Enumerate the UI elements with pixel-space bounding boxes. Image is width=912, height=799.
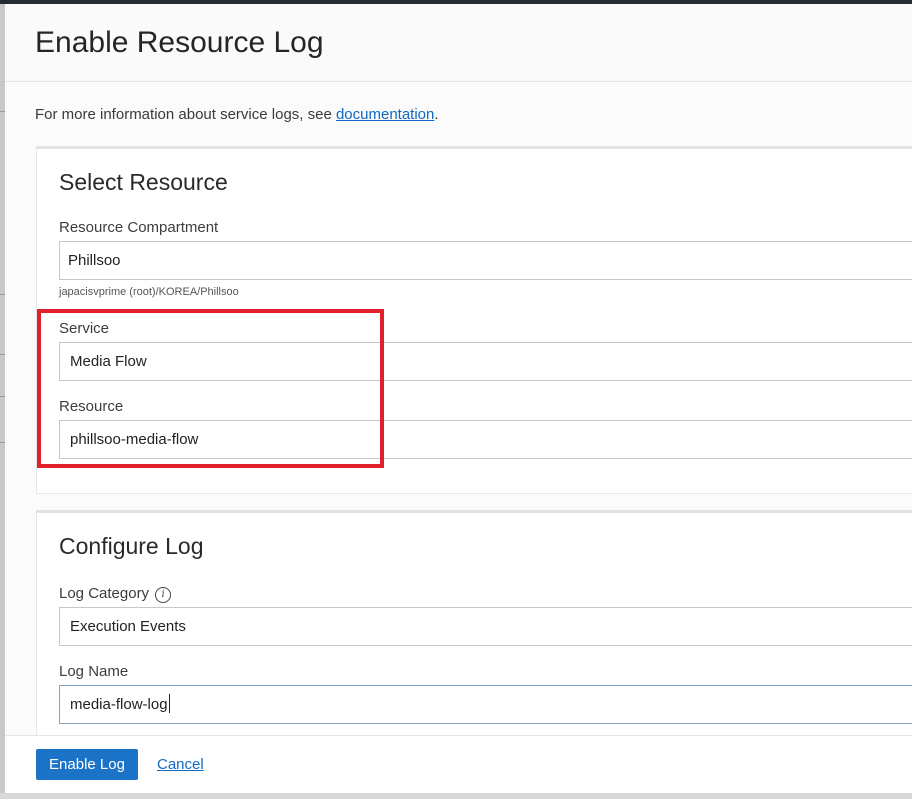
log-name-input[interactable]: media-flow-log (59, 685, 912, 724)
enable-log-button[interactable]: Enable Log (36, 749, 138, 780)
log-name-value: media-flow-log (70, 696, 168, 713)
log-category-label-text: Log Category (59, 585, 150, 602)
compartment-path: japacisvprime (root)/KOREA/Phillsoo (59, 286, 239, 298)
footer-edge (0, 793, 912, 799)
page-title: Enable Resource Log (35, 26, 324, 59)
text-cursor (168, 694, 170, 713)
info-prefix: For more information about service logs,… (35, 106, 336, 123)
log-name-label: Log Name (59, 663, 129, 680)
cancel-button[interactable]: Cancel (157, 756, 204, 773)
log-category-label: Log Category i (59, 585, 172, 603)
log-category-select[interactable]: Execution Events (59, 607, 912, 646)
info-icon[interactable]: i (155, 587, 172, 603)
info-suffix: . (434, 106, 439, 123)
documentation-link[interactable]: documentation (336, 106, 434, 123)
panel-header: Enable Resource Log (5, 4, 912, 82)
compartment-label: Resource Compartment (59, 219, 219, 236)
configure-log-section: Configure Log Log Category i Execution Ev… (36, 510, 912, 739)
panel-footer: Enable Log Cancel (5, 735, 912, 793)
highlight-box (37, 309, 384, 468)
info-text: For more information about service logs,… (35, 106, 439, 123)
section-title: Select Resource (59, 169, 228, 195)
compartment-select[interactable]: Phillsoo (59, 241, 912, 280)
section-title: Configure Log (59, 533, 204, 559)
